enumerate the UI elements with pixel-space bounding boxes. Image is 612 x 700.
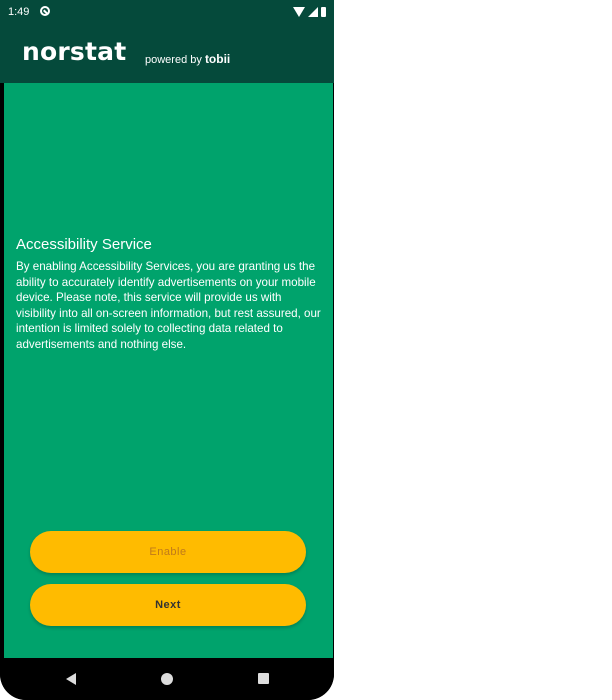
tobii-logo: tobii: [204, 52, 231, 66]
signal-icon: [308, 7, 318, 17]
norstat-logo: norstat: [22, 37, 127, 66]
home-icon[interactable]: [161, 673, 173, 685]
recents-icon[interactable]: [258, 673, 269, 684]
status-time: 1:49: [8, 6, 30, 18]
page-title: Accessibility Service: [16, 236, 152, 253]
wifi-icon: [293, 7, 305, 17]
status-bar: 1:49: [0, 0, 334, 28]
phone-screen: 1:49 norstat powered by tobii Accessibil…: [0, 0, 334, 700]
app-header: norstat powered by tobii: [0, 28, 334, 83]
status-icons: [293, 5, 326, 19]
main-content: Accessibility Service By enabling Access…: [4, 83, 333, 658]
powered-by-label: powered by: [145, 54, 202, 66]
sync-icon: [40, 6, 50, 16]
next-button[interactable]: Next: [30, 584, 306, 626]
battery-icon: [321, 7, 326, 17]
back-icon[interactable]: [66, 673, 76, 685]
powered-by-tobii: powered by tobii: [145, 52, 230, 66]
description-text: By enabling Accessibility Services, you …: [16, 260, 321, 351]
enable-button[interactable]: Enable: [30, 531, 306, 573]
navigation-bar: [0, 658, 334, 700]
